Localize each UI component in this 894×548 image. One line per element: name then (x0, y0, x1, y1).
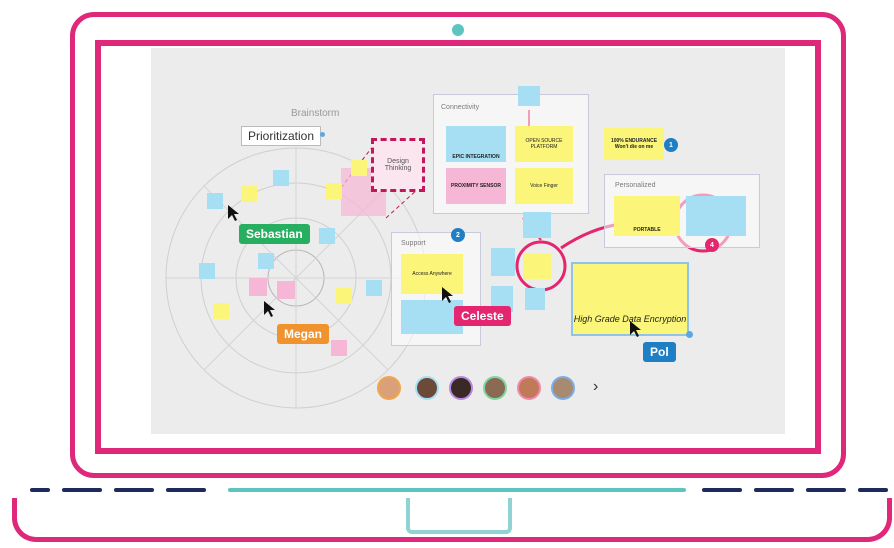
design-thinking-sticky[interactable]: Design Thinking (371, 138, 425, 192)
sticky-note[interactable] (207, 193, 223, 209)
celeste-cursor-icon (442, 287, 453, 303)
sticky-note[interactable] (258, 253, 274, 269)
voice-label: Voice (530, 183, 543, 189)
sticky-note[interactable] (319, 228, 335, 244)
sticky-note[interactable] (523, 212, 551, 238)
proximity-sensor-sketch[interactable]: PROXIMITY SENSOR (446, 168, 506, 204)
open-source-sketch[interactable]: OPEN SOURCE PLATFORM (515, 126, 573, 162)
endurance-sketch[interactable]: 100% ENDURANCE Won't die on me (604, 128, 664, 160)
avatar[interactable] (483, 376, 507, 400)
laptop-hinge (0, 488, 894, 492)
prioritization-label[interactable]: Prioritization (241, 126, 322, 146)
endurance-sublabel: Won't die on me (614, 144, 654, 150)
sebastian-name-tag: Sebastian (239, 224, 310, 244)
badge-1[interactable]: 1 (664, 138, 678, 152)
sticky-note[interactable] (277, 281, 295, 299)
badge-4[interactable]: 4 (705, 238, 719, 252)
avatar[interactable] (517, 376, 541, 400)
selection-handle[interactable] (686, 331, 693, 338)
sticky-note[interactable] (241, 186, 257, 202)
pol-name-tag: Pol (643, 342, 676, 362)
sticky-note[interactable] (213, 303, 229, 319)
connectivity-title: Connectivity (441, 104, 480, 111)
sticky-note[interactable] (518, 86, 540, 106)
sebastian-cursor-icon (228, 205, 239, 221)
avatar[interactable] (415, 376, 439, 400)
avatar[interactable] (449, 376, 473, 400)
sticky-note[interactable] (491, 248, 515, 276)
whiteboard-canvas[interactable]: Brainstorm Prioritization Design Thinkin… (151, 48, 785, 434)
badge-2[interactable]: 2 (451, 228, 465, 242)
pol-cursor-icon (630, 321, 641, 337)
celeste-name-tag: Celeste (454, 306, 511, 326)
face-sketch[interactable] (686, 196, 746, 236)
sticky-note[interactable] (336, 288, 352, 304)
selection-handle[interactable] (320, 132, 325, 137)
avatars-next-icon[interactable]: › (593, 378, 598, 396)
sticky-note[interactable] (273, 170, 289, 186)
webcam-icon (452, 24, 464, 36)
sticky-note[interactable] (523, 253, 551, 279)
epic-integration-sketch[interactable]: EPIC INTEGRATION (446, 126, 506, 162)
portable-sketch[interactable]: PORTABLE (614, 196, 680, 236)
sticky-note[interactable] (366, 280, 382, 296)
brainstorm-title: Brainstorm (291, 108, 340, 119)
avatar[interactable] (551, 376, 575, 400)
personalized-title: Personalized (615, 182, 656, 189)
megan-cursor-icon (264, 301, 275, 317)
sticky-note[interactable] (525, 288, 545, 310)
trackpad (406, 498, 512, 534)
finger-label: Finger (543, 183, 558, 189)
sticky-note[interactable] (249, 278, 267, 296)
sticky-note[interactable] (351, 160, 367, 176)
megan-name-tag: Megan (277, 324, 330, 344)
sticky-note[interactable] (331, 340, 347, 356)
sticky-note[interactable] (199, 263, 215, 279)
support-title: Support (401, 240, 426, 247)
voice-finger-sketch[interactable]: Voice Finger (515, 168, 573, 204)
avatar[interactable] (377, 376, 401, 400)
sticky-note[interactable] (326, 183, 342, 199)
